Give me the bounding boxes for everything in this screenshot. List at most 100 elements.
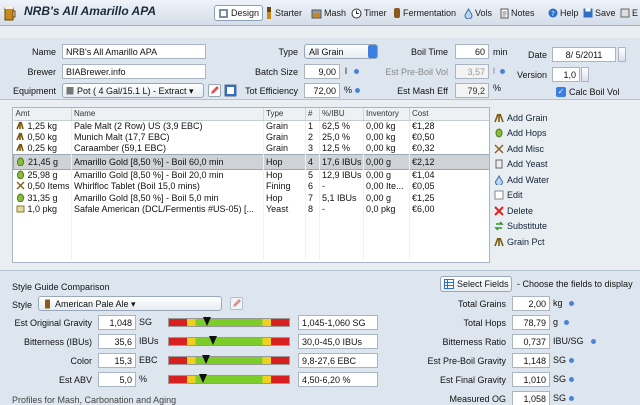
equipment-label: Equipment bbox=[12, 86, 56, 96]
grain-icon bbox=[15, 143, 28, 153]
efficiency-dot-icon[interactable] bbox=[355, 88, 360, 93]
action-label: Delete bbox=[507, 205, 534, 216]
style-select[interactable]: American Pale Ale ▾ bbox=[38, 296, 222, 311]
action-add-water[interactable]: Add Water bbox=[494, 172, 634, 188]
tab-vols[interactable]: Vols bbox=[461, 5, 495, 21]
style-edit-button[interactable] bbox=[230, 297, 243, 310]
tab-notes[interactable]: Notes bbox=[497, 5, 538, 21]
empty-cell bbox=[263, 237, 306, 249]
boil-time-field[interactable]: 60 bbox=[455, 44, 489, 59]
action-edit[interactable]: Edit bbox=[494, 188, 634, 204]
field-dot-icon[interactable] bbox=[569, 377, 574, 382]
cell-text: Yeast bbox=[266, 204, 289, 215]
tab-notes-label: Notes bbox=[511, 8, 535, 18]
cell-text: 25,0 % bbox=[322, 132, 351, 143]
cell-text: - bbox=[322, 181, 325, 192]
equipment-select[interactable]: Pot ( 4 Gal/15.1 L) - Extract ▾ bbox=[62, 83, 204, 98]
table-row[interactable]: 0,25 kg Caraamber (59,1 EBC) Grain 3 12,5 % 0… bbox=[13, 142, 489, 155]
column-header[interactable]: Cost bbox=[409, 108, 489, 121]
table-cell-name: Pale Malt (2 Row) US (3,9 EBC) bbox=[71, 120, 264, 132]
table-row[interactable]: 0,50 kg Munich Malt (17,7 EBC) Grain 2 25,0 … bbox=[13, 131, 489, 143]
table-cell-type: Yeast bbox=[263, 203, 306, 215]
equipment-edit-button[interactable] bbox=[208, 84, 221, 97]
tab-timer[interactable]: Timer bbox=[348, 5, 390, 21]
empty-cell bbox=[71, 226, 264, 238]
cell-text: 0,00 Ite... bbox=[366, 181, 404, 192]
grain-icon bbox=[15, 132, 28, 142]
tab-design[interactable]: Design bbox=[214, 5, 264, 21]
action-label: Add Grain bbox=[507, 112, 548, 123]
delete-icon bbox=[494, 206, 504, 216]
pencil-icon bbox=[233, 299, 241, 307]
ingredient-actions: Add Grain Add Hops Add Misc Add Yeast Add Wa… bbox=[494, 110, 634, 250]
column-header[interactable]: %/IBU bbox=[319, 108, 364, 121]
column-header[interactable]: Inventory bbox=[363, 108, 410, 121]
empty-cell bbox=[263, 226, 306, 238]
cell-text: 12,5 % bbox=[322, 143, 351, 154]
table-row[interactable]: 0,50 Items Whirlfloc Tablet (Boil 15,0 mi… bbox=[13, 180, 489, 192]
tab-fermentation[interactable]: Fermentation bbox=[390, 5, 459, 21]
column-header[interactable]: # bbox=[305, 108, 320, 121]
action-add-grain[interactable]: Add Grain bbox=[494, 110, 634, 126]
empty-cell bbox=[305, 237, 320, 249]
field-dot-icon[interactable] bbox=[569, 396, 574, 401]
name-label: Name bbox=[31, 47, 56, 57]
type-select[interactable]: All Grain bbox=[304, 44, 378, 59]
table-cell-type: Grain bbox=[263, 120, 306, 132]
empty-cell bbox=[13, 226, 72, 238]
table-row[interactable]: 25,98 g Amarillo Gold [8,50 %] - Boil 20,… bbox=[13, 169, 489, 181]
date-stepper[interactable] bbox=[618, 47, 626, 62]
style-range-marker bbox=[201, 355, 210, 364]
brewer-field[interactable]: BIABrewer.info bbox=[62, 64, 206, 79]
field-value: 1,148 bbox=[512, 353, 550, 368]
action-add-yeast[interactable]: Add Yeast bbox=[494, 157, 634, 173]
table-cell-pct: 17,6 IBUs bbox=[319, 154, 364, 170]
table-row[interactable]: 31,35 g Amarillo Gold [8,50 %] - Boil 5,0… bbox=[13, 191, 489, 204]
table-row[interactable]: 1,0 pkg Safale American (DCL/Fermentis #U… bbox=[13, 203, 489, 215]
field-dot-icon[interactable] bbox=[563, 320, 569, 325]
tab-fermentation-label: Fermentation bbox=[403, 8, 457, 18]
field-dot-icon[interactable] bbox=[591, 339, 596, 344]
tab-starter[interactable]: Starter bbox=[262, 5, 305, 21]
style-row-label: Est ABV bbox=[58, 375, 92, 385]
style-row-label: Est Original Gravity bbox=[14, 318, 92, 328]
action-add-hops[interactable]: Add Hops bbox=[494, 126, 634, 142]
column-header[interactable]: Type bbox=[263, 108, 306, 121]
name-field[interactable]: NRB's All Amarillo APA bbox=[62, 44, 206, 59]
table-row[interactable]: 21,45 g Amarillo Gold [8,50 %] - Boil 60,… bbox=[13, 154, 489, 170]
action-label: Add Hops bbox=[507, 128, 547, 139]
column-header[interactable]: Name bbox=[71, 108, 264, 121]
type-stepper-icon bbox=[368, 45, 377, 58]
overflow-button[interactable]: E bbox=[617, 5, 640, 21]
grain-pct-icon bbox=[494, 237, 504, 247]
field-dot-icon[interactable] bbox=[569, 358, 574, 363]
calc-boil-vol-checkbox[interactable]: ✓ bbox=[556, 87, 566, 97]
tab-mash[interactable]: Mash bbox=[308, 5, 349, 21]
column-header[interactable]: Amt bbox=[13, 108, 72, 121]
cell-text: €6,00 bbox=[412, 204, 435, 215]
table-cell-type: Grain bbox=[263, 142, 306, 155]
action-delete[interactable]: Delete bbox=[494, 203, 634, 219]
table-cell-type: Grain bbox=[263, 131, 306, 143]
version-field[interactable]: 1,0 bbox=[552, 67, 580, 82]
table-cell-inv: 0,00 g bbox=[363, 169, 410, 181]
save-button[interactable]: Save bbox=[580, 5, 619, 21]
date-field[interactable]: 8/ 5/2011 bbox=[552, 47, 616, 62]
cell-text: €0,05 bbox=[412, 181, 435, 192]
table-row[interactable]: 1,25 kg Pale Malt (2 Row) US (3,9 EBC) Gra… bbox=[13, 120, 489, 132]
hop-icon bbox=[495, 128, 503, 138]
table-cell-inv: 0,00 Ite... bbox=[363, 180, 410, 192]
cell-text: 17,6 IBUs bbox=[322, 156, 362, 167]
action-substitute[interactable]: Substitute bbox=[494, 219, 634, 235]
save-icon bbox=[583, 8, 593, 18]
version-stepper[interactable] bbox=[581, 67, 589, 82]
batch-size-dot-icon[interactable] bbox=[354, 69, 359, 74]
batch-size-field[interactable]: 9,00 bbox=[304, 64, 340, 79]
action-add-misc[interactable]: Add Misc bbox=[494, 141, 634, 157]
field-dot-icon[interactable] bbox=[569, 301, 574, 306]
grain-icon bbox=[494, 113, 504, 123]
help-button[interactable]: ? Help bbox=[545, 5, 582, 21]
notes-icon bbox=[500, 8, 509, 18]
action-grain-pct[interactable]: Grain Pct bbox=[494, 234, 634, 250]
efficiency-field[interactable]: 72,00 bbox=[304, 83, 340, 98]
